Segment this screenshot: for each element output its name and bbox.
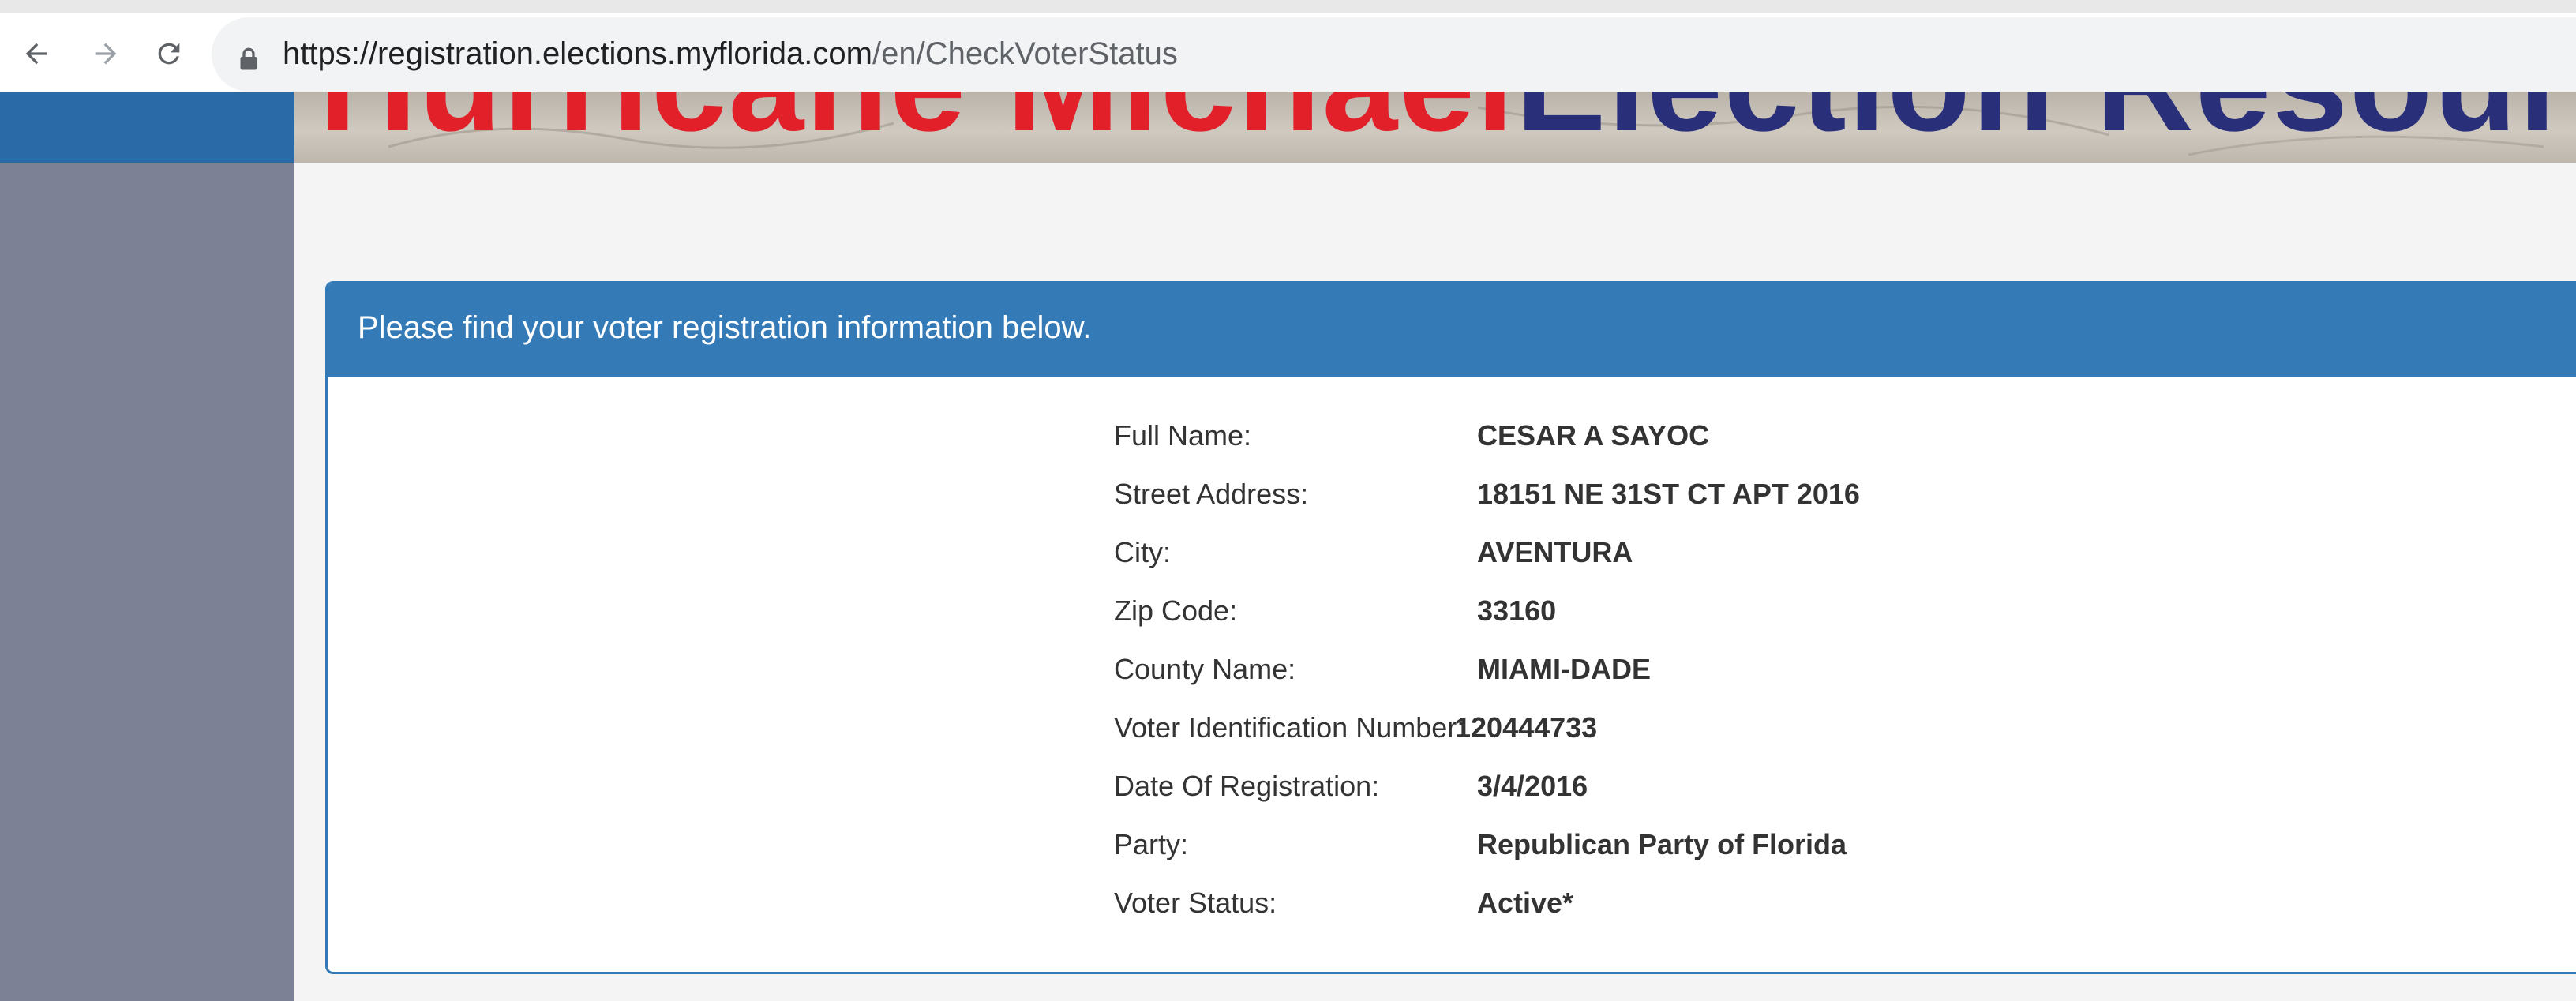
field-value: 18151 NE 31ST CT APT 2016 bbox=[1477, 478, 1860, 510]
voter-info-panel: Please find your voter registration info… bbox=[325, 281, 2576, 974]
back-arrow-icon bbox=[25, 43, 47, 65]
field-value: Republican Party of Florida bbox=[1477, 828, 1847, 860]
field-label: Voter Identification Number: bbox=[1114, 711, 1465, 744]
field-label: Zip Code: bbox=[1114, 594, 1238, 627]
url-text[interactable]: https://registration.elections.myflorida… bbox=[283, 36, 1178, 72]
url-path: /en/CheckVoterStatus bbox=[872, 36, 1178, 71]
field-label: City: bbox=[1114, 536, 1171, 568]
field-label: Voter Status: bbox=[1114, 887, 1277, 919]
hurricane-banner: Hurricane MichaelElection Resource bbox=[294, 92, 2576, 163]
field-label: Street Address: bbox=[1114, 478, 1309, 510]
banner-title-navy: Election Resource bbox=[1516, 92, 2576, 159]
header-left-block bbox=[0, 92, 294, 163]
field-value: 3/4/2016 bbox=[1477, 770, 1588, 802]
back-button[interactable] bbox=[14, 32, 58, 76]
field-label: County Name: bbox=[1114, 653, 1296, 685]
field-value: MIAMI-DADE bbox=[1477, 653, 1651, 685]
panel-header: Please find your voter registration info… bbox=[328, 283, 2576, 377]
field-label: Party: bbox=[1114, 828, 1189, 860]
banner-title: Hurricane MichaelElection Resource bbox=[319, 92, 2576, 152]
field-value: Active* bbox=[1477, 887, 1574, 919]
tab-strip bbox=[0, 0, 2576, 13]
lock-icon bbox=[240, 47, 257, 70]
field-value: AVENTURA bbox=[1477, 536, 1633, 568]
forward-button[interactable] bbox=[84, 32, 128, 76]
field-value: 33160 bbox=[1477, 594, 1557, 627]
field-value: CESAR A SAYOC bbox=[1477, 419, 1710, 452]
browser-toolbar: https://registration.elections.myflorida… bbox=[0, 0, 2576, 92]
field-label: Full Name: bbox=[1114, 419, 1252, 452]
field-label: Date Of Registration: bbox=[1114, 770, 1380, 802]
field-value: 120444733 bbox=[1455, 711, 1598, 744]
left-sidebar bbox=[0, 163, 294, 1001]
reload-icon bbox=[158, 43, 180, 65]
url-host: https://registration.elections.myflorida… bbox=[283, 36, 872, 71]
forward-arrow-icon bbox=[95, 43, 117, 65]
reload-button[interactable] bbox=[147, 32, 191, 76]
panel-heading: Please find your voter registration info… bbox=[358, 310, 1092, 345]
banner-title-red: Hurricane Michael bbox=[319, 92, 1516, 159]
